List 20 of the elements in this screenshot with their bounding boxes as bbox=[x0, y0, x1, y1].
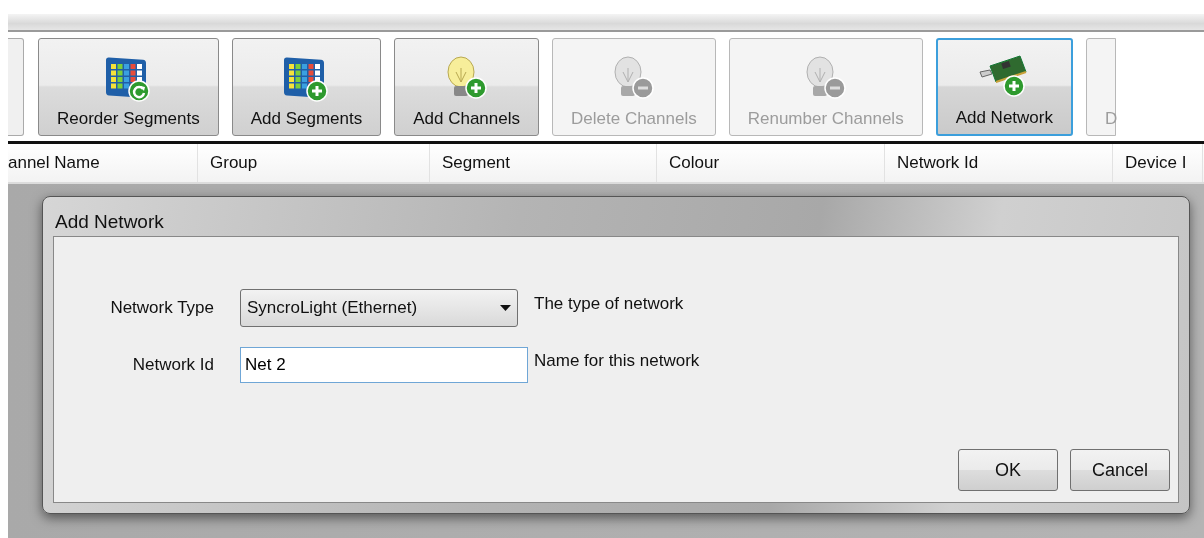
dialog-button[interactable]: Cancel bbox=[1070, 449, 1170, 491]
column-header[interactable]: Group bbox=[198, 144, 430, 182]
field-label: Network Id bbox=[132, 355, 214, 375]
toolbar-button[interactable]: Add Network bbox=[935, 37, 1073, 136]
toolbar-button[interactable]: Add Segments bbox=[231, 37, 382, 136]
toolbar-button[interactable]: Reorder Segments bbox=[38, 37, 219, 136]
dialog-title: Add Network bbox=[54, 210, 165, 229]
field-label: Network Type bbox=[110, 298, 214, 318]
field-hint: Name for this network bbox=[534, 351, 701, 371]
column-header[interactable]: Network Id bbox=[885, 144, 1113, 182]
column-header[interactable]: annel Name bbox=[8, 144, 198, 182]
column-header[interactable]: Segment bbox=[430, 144, 657, 182]
column-header[interactable]: Device I bbox=[1113, 144, 1203, 182]
caret-icon bbox=[500, 305, 511, 311]
field-hint: The type of network bbox=[534, 294, 685, 314]
column-header[interactable]: Colour bbox=[657, 144, 885, 182]
toolbar-button[interactable]: Add Channels bbox=[394, 37, 539, 136]
input-field[interactable]: Net 2 bbox=[240, 347, 528, 383]
dropdown-field[interactable]: SyncroLight (Ethernet) bbox=[240, 289, 518, 327]
dialog-button[interactable]: OK bbox=[958, 449, 1058, 491]
